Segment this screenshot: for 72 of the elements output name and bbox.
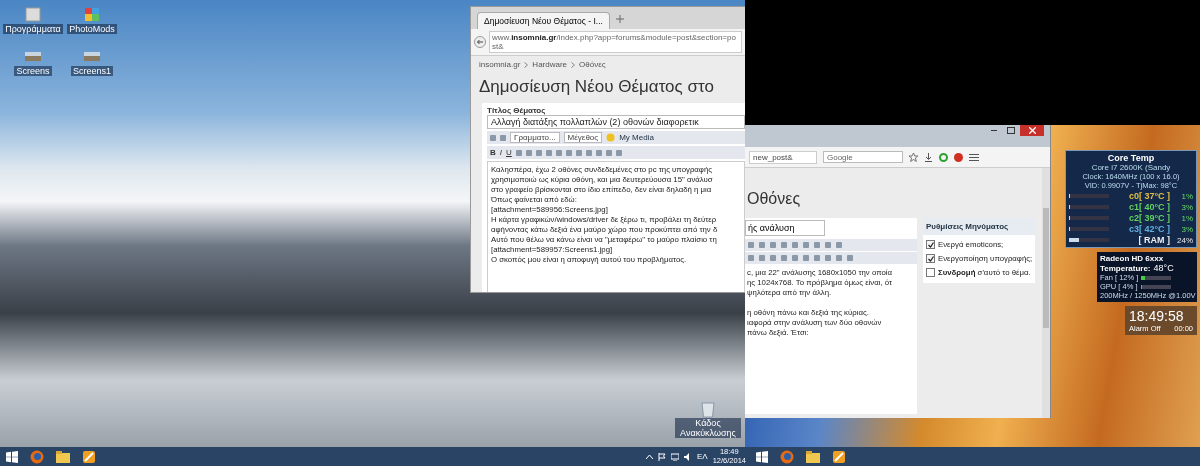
scrollbar[interactable]	[1042, 168, 1050, 418]
icon-label: Προγράμματα	[3, 24, 63, 34]
core-load: 1%	[1180, 191, 1193, 201]
core-load: 3%	[1180, 224, 1193, 234]
core-load: 3%	[1180, 202, 1193, 212]
clock-time: 18:49:58	[1129, 308, 1185, 324]
font-dropdown[interactable]: Γραμματο...	[510, 132, 560, 143]
speaker-icon[interactable]	[683, 452, 692, 461]
checkbox[interactable]	[926, 240, 935, 249]
page-heading: Δημοσίευση Νέου Θέματος στο	[479, 77, 715, 97]
core-temperature: c3[ 42°C ]	[1127, 224, 1170, 234]
cube-icon[interactable]	[83, 6, 101, 22]
breadcrumb-link[interactable]: Hardware	[532, 60, 568, 69]
temperature-label: Temperature:	[1100, 264, 1151, 273]
icon-label: PhotoMods	[67, 24, 117, 34]
gpu-name: Radeon HD 6xxx	[1100, 254, 1165, 263]
ram-load: 24%	[1176, 235, 1193, 245]
icon-label: Κάδος Ανακύκλωσης	[675, 418, 741, 438]
core-temperature: c1[ 40°C ]	[1127, 202, 1170, 212]
windows-logo-icon[interactable]	[6, 450, 18, 463]
icon-label: Screens1	[71, 66, 113, 76]
format-button[interactable]: U	[506, 148, 512, 157]
network-icon[interactable]	[670, 452, 679, 461]
breadcrumb-link[interactable]: insomnia.gr	[479, 60, 521, 69]
download-icon[interactable]	[924, 152, 933, 162]
app-icon[interactable]	[82, 449, 96, 464]
folder-icon[interactable]	[806, 450, 820, 463]
format-button[interactable]: B	[490, 148, 496, 157]
icon-label: Screens	[14, 66, 52, 76]
menu-icon[interactable]	[969, 152, 979, 162]
windows-logo-icon[interactable]	[756, 450, 768, 463]
gadget-title: Core Temp	[1106, 153, 1156, 163]
browser-icon[interactable]	[30, 449, 44, 464]
temperature-reading: 48°C	[1153, 263, 1174, 273]
plus-icon[interactable]	[615, 15, 624, 23]
language-indicator[interactable]: ΕΛ	[696, 452, 708, 461]
chevron-right-icon	[571, 61, 576, 68]
checkbox[interactable]	[926, 268, 935, 277]
panel-title: Ρυθμίσεις Μηνύματος	[923, 218, 1035, 235]
trash-bin-icon[interactable]	[700, 400, 716, 418]
badge-icon[interactable]	[954, 152, 963, 162]
star-icon[interactable]	[909, 152, 918, 162]
format-button[interactable]: I	[499, 148, 502, 157]
folder-icon[interactable]	[24, 6, 42, 22]
close-icon	[1028, 127, 1036, 134]
ram-label: [ RAM ]	[1137, 235, 1170, 245]
chevron-up-icon[interactable]	[645, 454, 653, 459]
close-button[interactable]	[1020, 125, 1044, 136]
folder-icon[interactable]	[56, 450, 70, 463]
core-temperature: c0[ 37°C ]	[1127, 191, 1170, 201]
field-label: Τίτλος Θέματος	[487, 106, 547, 115]
browser-tab[interactable]: Δημοσίευση Νέου Θέματος - I...	[477, 12, 610, 29]
back-arrow-icon[interactable]	[474, 36, 486, 48]
size-dropdown[interactable]: Μέγεθος	[563, 132, 603, 143]
core-temperature: c2[ 39°C ]	[1127, 213, 1170, 223]
address-bar[interactable]: www.insomnia.gr/index.php?app=forums&module=post&section=post&	[489, 31, 742, 53]
address-bar[interactable]: new_post&	[749, 150, 817, 164]
circle-icon[interactable]	[939, 152, 948, 162]
checkbox[interactable]	[926, 254, 935, 263]
media-button[interactable]: My Media	[619, 133, 654, 142]
browser-icon[interactable]	[780, 449, 794, 464]
flag-icon[interactable]	[657, 452, 666, 461]
smiley-icon[interactable]	[606, 133, 616, 142]
breadcrumb-link[interactable]: Οθόνες	[579, 60, 606, 69]
cpu-name: Core i7 2600K (Sandy	[1090, 163, 1172, 172]
app-icon[interactable]	[832, 449, 846, 464]
page-heading: Οθόνες	[747, 190, 802, 208]
chevron-right-icon	[524, 61, 529, 68]
title-field[interactable]: ής ανάλυση	[745, 220, 825, 236]
title-field[interactable]: Αλλαγή διατάξης πολλαπλών (2) οθονών διαφορετικ	[487, 115, 745, 129]
core-load: 1%	[1180, 213, 1193, 223]
search-field[interactable]: Google	[823, 151, 903, 163]
